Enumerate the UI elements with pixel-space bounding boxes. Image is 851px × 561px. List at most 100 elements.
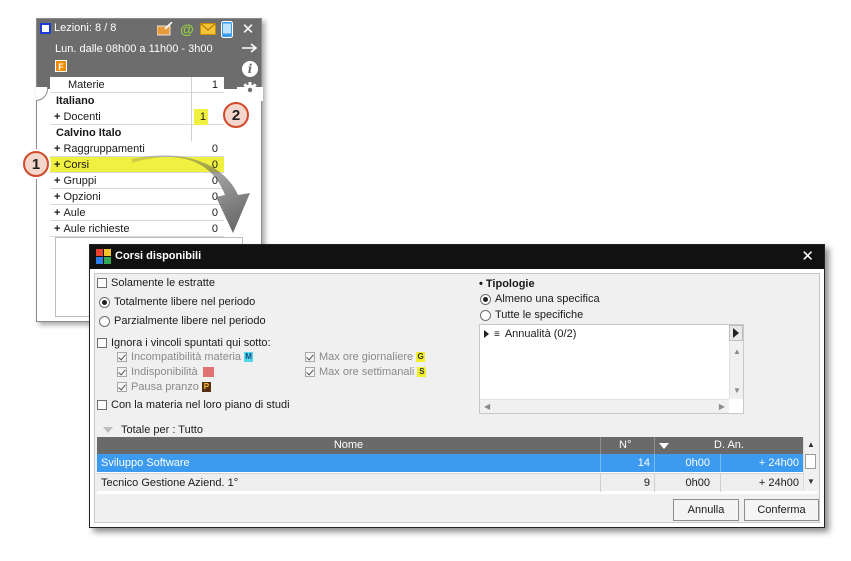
checkbox-box[interactable] (305, 367, 315, 377)
resource-row-calvino[interactable]: Calvino Italo (50, 125, 224, 141)
unavailability-swatch-icon (202, 367, 214, 377)
column-header-label: D. An. (714, 439, 744, 451)
max-settimanali-checkbox[interactable]: Max ore settimanali S (305, 366, 427, 378)
corsi-disponibili-dialog: Corsi disponibili ✕ Solamente le estratt… (89, 244, 825, 528)
scrollbar-thumb[interactable] (805, 454, 816, 469)
pausa-tag-icon: P (201, 382, 211, 392)
conferma-button[interactable]: Conferma (744, 499, 819, 521)
incompatibilita-checkbox[interactable]: Incompatibilità materia M (117, 351, 254, 363)
expand-plus-icon[interactable]: + (54, 175, 60, 187)
panel-notch (36, 87, 48, 101)
resource-row-aule[interactable]: + Aule 0 (50, 205, 224, 221)
horizontal-scrollbar[interactable]: ◀ ▶ (480, 399, 729, 413)
radio-dot[interactable] (480, 309, 491, 321)
expand-plus-icon[interactable]: + (54, 191, 60, 203)
close-icon[interactable]: ✕ (241, 21, 255, 38)
resource-row-italiano[interactable]: Italiano (50, 93, 224, 109)
resource-row-gruppi[interactable]: + Gruppi 0 (50, 173, 224, 189)
resource-count: 0 (211, 143, 218, 155)
tipologie-play-button[interactable] (729, 325, 743, 341)
cell-nome: Tecnico Gestione Aziend. 1° (97, 474, 601, 492)
collapse-triangle-icon[interactable] (103, 427, 113, 433)
column-header-n[interactable]: N° (601, 437, 655, 454)
app-logo-icon (96, 249, 111, 264)
at-icon[interactable]: @ (179, 21, 195, 37)
info-icon[interactable]: i (242, 61, 258, 77)
annulla-button[interactable]: Annulla (673, 499, 739, 521)
ignora-vincoli-checkbox[interactable]: Ignora i vincoli spuntati qui sotto: (97, 337, 271, 349)
resource-row-aule-richieste[interactable]: + Aule richieste 0 (50, 221, 224, 237)
scroll-left-icon[interactable]: ◀ (484, 402, 490, 411)
option-label: Incompatibilità materia (131, 351, 242, 363)
option-label: Totalmente libere nel periodo (114, 296, 256, 308)
scroll-down-icon[interactable]: ▼ (733, 386, 741, 395)
mail-icon[interactable] (200, 23, 216, 35)
scroll-down-icon[interactable]: ▼ (807, 477, 815, 486)
max-giornaliere-checkbox[interactable]: Max ore giornaliere G (305, 351, 426, 363)
phone-icon[interactable] (221, 21, 233, 38)
resource-count: 0 (211, 207, 218, 219)
checkbox-box[interactable] (97, 338, 107, 348)
table-row[interactable]: Tecnico Gestione Aziend. 1° 9 0h00 + 24h… (97, 473, 803, 492)
almeno-una-radio[interactable]: Almeno una specifica (480, 293, 600, 305)
expand-plus-icon[interactable]: + (54, 111, 60, 123)
expand-plus-icon[interactable]: + (54, 159, 60, 171)
radio-dot[interactable] (99, 296, 110, 308)
resource-row-corsi[interactable]: + Corsi 0 (50, 157, 224, 173)
resource-label: Aule (63, 207, 86, 219)
radio-dot[interactable] (480, 293, 491, 305)
expand-plus-icon[interactable]: + (54, 143, 60, 155)
option-label: Max ore settimanali (319, 366, 415, 378)
expand-arrow-icon[interactable] (484, 330, 489, 338)
option-label: Solamente le estratte (111, 277, 215, 289)
vertical-scrollbar[interactable]: ▲ ▼ (729, 341, 743, 399)
con-materia-checkbox[interactable]: Con la materia nel loro piano di studi (97, 399, 290, 411)
cell-n: 9 (601, 474, 655, 492)
resource-row-docenti[interactable]: + Docenti 1 (50, 109, 224, 125)
option-label: Ignora i vincoli spuntati qui sotto: (111, 337, 271, 349)
cell-duration: + 24h00 (758, 477, 799, 489)
totale-per-toggle[interactable]: Totale per : Tutto (103, 424, 203, 436)
dialog-close-icon[interactable]: ✕ (801, 247, 814, 265)
resource-label: Corsi (63, 159, 90, 171)
resource-label: Materie (68, 79, 105, 91)
totale-per-label: Totale per : Tutto (121, 424, 203, 436)
parzialmente-libere-radio[interactable]: Parzialmente libere nel periodo (99, 315, 266, 327)
table-header: Nome N° D. An. (97, 437, 803, 454)
table-row[interactable]: Sviluppo Software 14 0h00 + 24h00 (97, 454, 803, 472)
arrow-right-icon[interactable] (241, 42, 259, 54)
tutte-specifiche-radio[interactable]: Tutte le specifiche (480, 309, 583, 321)
tipologia-item[interactable]: ≡ Annualità (0/2) (484, 328, 576, 340)
column-header-nome[interactable]: Nome (97, 437, 601, 454)
checkbox-box[interactable] (97, 278, 107, 288)
resource-label: Gruppi (63, 175, 97, 187)
expand-plus-icon[interactable]: + (54, 223, 60, 235)
scroll-up-icon[interactable]: ▲ (733, 347, 741, 356)
table-scrollbar[interactable]: ▲ ▼ (803, 437, 817, 491)
checkbox-box[interactable] (97, 400, 107, 410)
resource-row-opzioni[interactable]: + Opzioni 0 (50, 189, 224, 205)
expand-plus-icon[interactable]: + (54, 207, 60, 219)
tipologie-list[interactable]: ≡ Annualità (0/2) ▲ ▼ ◀ ▶ (479, 324, 744, 414)
solamente-estratte-checkbox[interactable]: Solamente le estratte (97, 277, 215, 289)
scroll-up-icon[interactable]: ▲ (807, 440, 815, 449)
pausa-pranzo-checkbox[interactable]: Pausa pranzo P (117, 381, 211, 393)
totalmente-libere-radio[interactable]: Totalmente libere nel periodo (99, 296, 255, 308)
resource-row-raggruppamenti[interactable]: + Raggruppamenti 0 (50, 141, 224, 157)
checkbox-box[interactable] (305, 352, 315, 362)
gear-icon[interactable] (241, 81, 259, 99)
indisponibilita-checkbox[interactable]: Indisponibilità (117, 366, 214, 378)
radio-dot[interactable] (99, 315, 110, 327)
dialog-title: Corsi disponibili (115, 250, 202, 262)
callout-1: 1 (23, 151, 49, 177)
column-header-dan[interactable]: D. An. (655, 437, 803, 454)
checkbox-box[interactable] (117, 367, 127, 377)
dialog-titlebar[interactable]: Corsi disponibili ✕ (90, 245, 824, 269)
callout-2: 2 (223, 102, 249, 128)
scroll-right-icon[interactable]: ▶ (719, 402, 725, 411)
edit-tag-icon[interactable] (157, 22, 173, 36)
checkbox-box[interactable] (117, 352, 127, 362)
option-label: Max ore giornaliere (319, 351, 414, 363)
checkbox-box[interactable] (117, 382, 127, 392)
resource-row-materie[interactable]: Materie 1 (50, 77, 224, 93)
